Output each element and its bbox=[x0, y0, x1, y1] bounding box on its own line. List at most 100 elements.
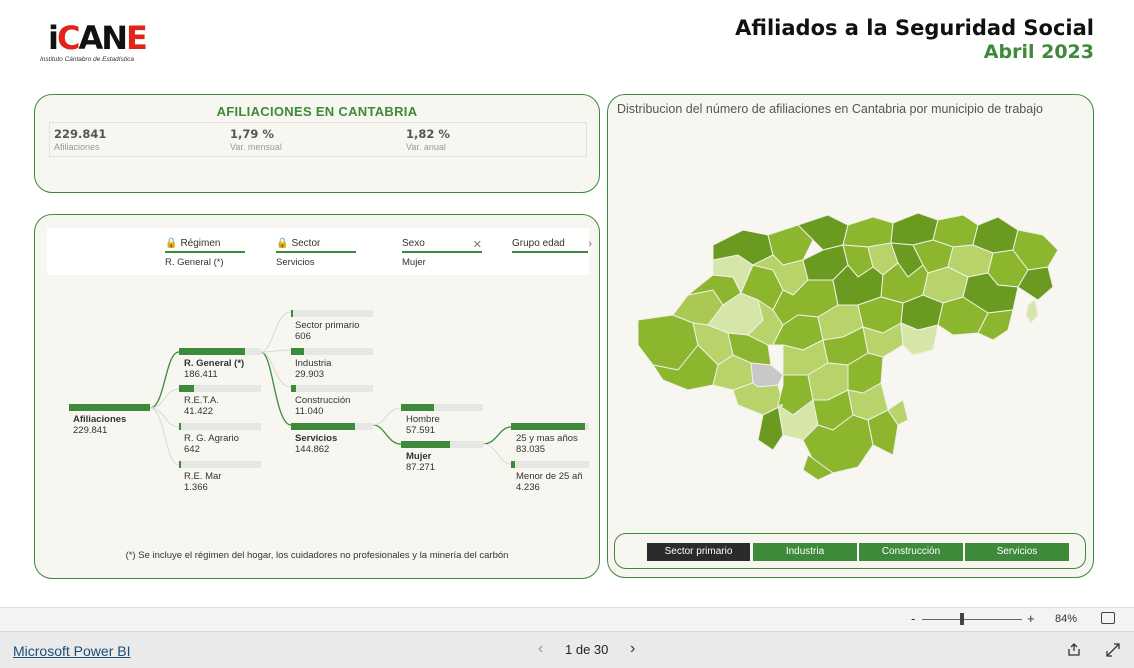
node-label: 25 y mas años bbox=[516, 433, 578, 444]
zoom-slider-track[interactable] bbox=[922, 619, 1022, 620]
fullscreen-icon[interactable] bbox=[1106, 643, 1120, 657]
root-bar[interactable] bbox=[69, 404, 150, 411]
bar-fill bbox=[401, 441, 451, 448]
municipality bbox=[750, 362, 784, 388]
zoom-level: 84% bbox=[1055, 613, 1078, 625]
bar-fill bbox=[291, 385, 296, 392]
bar-fill bbox=[401, 404, 434, 411]
logo-mark: iCANE bbox=[48, 19, 148, 57]
kpi-monthly-value: 1,79 % bbox=[230, 127, 274, 141]
zoom-slider-thumb[interactable] bbox=[960, 613, 964, 625]
fit-to-page-icon[interactable] bbox=[1101, 612, 1115, 624]
prev-page-icon[interactable]: ‹ bbox=[538, 640, 543, 658]
sector-industria-bar[interactable] bbox=[291, 348, 373, 355]
node-label: Menor de 25 añ bbox=[516, 471, 583, 482]
tree-node-menor-25[interactable]: Menor de 25 añ 4.236 bbox=[516, 471, 589, 493]
powerbi-footer: Microsoft Power BI ‹ 1 de 30 › bbox=[0, 631, 1134, 668]
next-page-icon[interactable]: › bbox=[630, 640, 635, 658]
node-value: 83.035 bbox=[516, 444, 546, 455]
kpi-card[interactable]: 229.841 Afiliaciones 1,79 % Var. mensual… bbox=[49, 122, 587, 157]
legend-servicios[interactable]: Servicios bbox=[965, 543, 1069, 561]
bar-fill bbox=[291, 348, 305, 355]
map-panel: Distribucion del número de afiliaciones … bbox=[607, 94, 1094, 578]
sector-legend: Sector primario Industria Construcción S… bbox=[614, 533, 1086, 569]
map-title: Distribucion del número de afiliaciones … bbox=[617, 102, 1043, 116]
legend-industria[interactable]: Industria bbox=[753, 543, 857, 561]
kpi-annual-variation: 1,82 % Var. anual bbox=[406, 127, 450, 152]
node-value: 229.841 bbox=[73, 425, 108, 436]
regimen-agrario-bar[interactable] bbox=[179, 423, 261, 430]
sexo-mujer-bar[interactable] bbox=[401, 441, 483, 448]
tree-node-r-g-agrario[interactable]: R. G. Agrario 642 bbox=[184, 433, 239, 455]
powerbi-link[interactable]: Microsoft Power BI bbox=[13, 643, 130, 659]
bar-fill bbox=[511, 423, 586, 430]
node-label: Construcción bbox=[295, 395, 351, 406]
municipality bbox=[1025, 299, 1039, 324]
node-label: Industria bbox=[295, 358, 332, 369]
node-value: 186.411 bbox=[184, 369, 218, 380]
edad-25-mas-bar[interactable] bbox=[511, 423, 589, 430]
regimen-reta-bar[interactable] bbox=[179, 385, 261, 392]
tree-node-industria[interactable]: Industria 29.903 bbox=[295, 358, 331, 380]
tree-node-sector-primario[interactable]: Sector primario 606 bbox=[295, 320, 359, 342]
tree-node-construccion[interactable]: Construcción 11.040 bbox=[295, 395, 350, 417]
tree-footnote: (*) Se incluye el régimen del hogar, los… bbox=[125, 550, 509, 561]
kpi-monthly-variation: 1,79 % Var. mensual bbox=[230, 127, 282, 152]
edad-menor-25-bar[interactable] bbox=[511, 461, 589, 468]
zoom-in-button[interactable]: + bbox=[1027, 611, 1035, 626]
bar-fill bbox=[291, 310, 294, 317]
node-label: Hombre bbox=[406, 414, 440, 425]
node-label: Afiliaciones bbox=[73, 414, 127, 425]
node-label: Mujer bbox=[406, 451, 432, 462]
tree-node-afiliaciones[interactable]: Afiliaciones 229.841 bbox=[73, 414, 126, 436]
tree-node-r-general[interactable]: R. General (*) 186.411 bbox=[184, 358, 244, 380]
logo-subtitle: Instituto Cántabro de Estadística bbox=[40, 56, 134, 63]
tree-node-hombre[interactable]: Hombre 57.591 bbox=[406, 414, 440, 436]
kpi-affiliations-value: 229.841 bbox=[54, 127, 107, 141]
kpi-title: AFILIACIONES EN CANTABRIA bbox=[216, 104, 418, 119]
bar-fill bbox=[179, 385, 194, 392]
bar-fill bbox=[179, 348, 246, 355]
sexo-hombre-bar[interactable] bbox=[401, 404, 483, 411]
legend-sector-primario[interactable]: Sector primario bbox=[647, 543, 750, 561]
legend-construccion[interactable]: Construcción bbox=[859, 543, 963, 561]
regimen-general-bar[interactable] bbox=[179, 348, 261, 355]
node-label: R.E. Mar bbox=[184, 471, 222, 482]
decomposition-tree-panel: 🔒 Régimen R. General (*) 🔒 Sector Servicio… bbox=[34, 214, 600, 579]
node-label: Servicios bbox=[295, 433, 338, 444]
cantabria-map[interactable] bbox=[633, 205, 1073, 480]
node-value: 57.591 bbox=[406, 425, 436, 436]
bar-fill bbox=[511, 461, 515, 468]
report-title: Afiliados a la Seguridad Social bbox=[735, 16, 1094, 40]
node-value: 11.040 bbox=[295, 406, 324, 417]
zoom-out-button[interactable]: - bbox=[911, 611, 915, 626]
kpi-affiliations: 229.841 Afiliaciones bbox=[54, 127, 106, 152]
bar-fill bbox=[179, 423, 182, 430]
sector-primario-bar[interactable] bbox=[291, 310, 373, 317]
kpi-monthly-label: Var. mensual bbox=[230, 142, 282, 152]
node-value: 1.366 bbox=[184, 482, 208, 493]
tree-node-mujer[interactable]: Mujer 87.271 bbox=[406, 451, 435, 473]
tree-node-re-mar[interactable]: R.E. Mar 1.366 bbox=[184, 471, 221, 493]
root-bar-fill bbox=[69, 404, 150, 411]
node-value: 87.271 bbox=[406, 462, 436, 473]
kpi-annual-label: Var. anual bbox=[406, 142, 446, 152]
sector-servicios-bar[interactable] bbox=[291, 423, 373, 430]
node-value: 4.236 bbox=[516, 482, 540, 493]
icane-logo: iCANE Instituto Cántabro de Estadística bbox=[36, 14, 148, 74]
node-value: 642 bbox=[184, 444, 200, 455]
share-icon[interactable] bbox=[1067, 643, 1081, 657]
page-indicator: 1 de 30 bbox=[565, 642, 609, 657]
tree-node-servicios[interactable]: Servicios 144.862 bbox=[295, 433, 337, 455]
regimen-mar-bar[interactable] bbox=[179, 461, 261, 468]
bar-fill bbox=[291, 423, 355, 430]
tree-node-25-mas[interactable]: 25 y mas años 83.035 bbox=[516, 433, 578, 455]
tree-node-reta[interactable]: R.E.T.A. 41.422 bbox=[184, 395, 219, 417]
node-value: 29.903 bbox=[295, 369, 325, 380]
sector-construccion-bar[interactable] bbox=[291, 385, 373, 392]
report-subtitle: Abril 2023 bbox=[983, 41, 1094, 63]
node-value: 41.422 bbox=[184, 406, 214, 417]
node-value: 144.862 bbox=[295, 444, 330, 455]
node-value: 606 bbox=[295, 331, 311, 342]
node-label: R. General (*) bbox=[184, 358, 245, 369]
